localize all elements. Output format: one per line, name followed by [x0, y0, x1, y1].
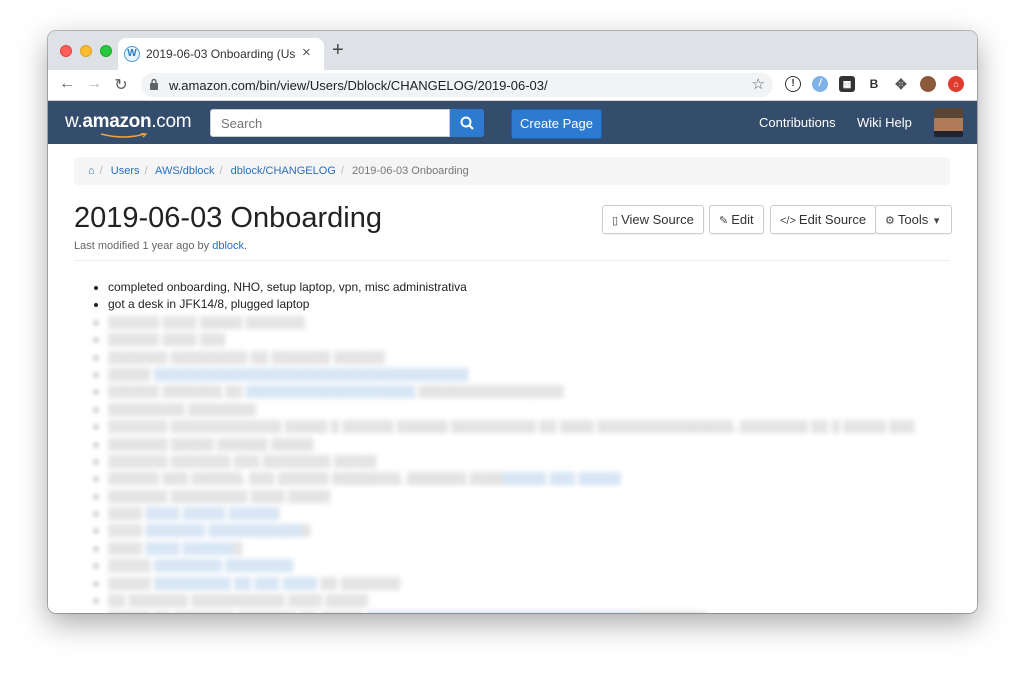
blurred-list-item: ▒▒▒▒▒▒ ▒▒▒▒▒▒▒ ▒▒ ▒▒▒▒▒▒▒▒▒▒▒▒▒▒▒▒▒▒▒▒ ▒…	[108, 383, 915, 400]
list-item: got a desk in JFK14/8, plugged laptop	[108, 296, 915, 313]
profile-avatar-icon[interactable]	[920, 76, 936, 92]
user-avatar[interactable]	[934, 108, 963, 137]
blurred-list-item: ▒▒▒▒▒ ▒▒▒▒▒▒▒▒▒ ▒▒ ▒▒▒ ▒▒▒▒ ▒▒ ▒▒▒▒▒▒▒	[108, 575, 915, 592]
breadcrumb: ⌂ / Users / AWS/dblock / dblock/CHANGELOG / …	[74, 157, 950, 185]
breadcrumb-aws[interactable]: AWS/dblock	[155, 165, 215, 177]
home-icon[interactable]: ⌂	[88, 165, 95, 177]
search-button[interactable]	[450, 109, 484, 137]
blurred-list-item: ▒▒▒▒▒▒ ▒▒▒▒ ▒▒▒▒▒ ▒▒▒▒▒▒▒	[108, 314, 915, 331]
blurred-list-item: ▒▒▒▒▒ ▒▒▒▒▒▒▒▒▒▒▒▒▒▒▒▒▒▒▒▒▒▒▒▒▒▒▒▒▒▒▒▒▒▒…	[108, 366, 915, 383]
extensions-puzzle-icon[interactable]: ✥	[893, 76, 909, 92]
edit-source-label: Edit Source	[798, 212, 867, 227]
last-modified-text: Last modified 1 year ago by	[74, 240, 213, 252]
breadcrumb-changelog[interactable]: dblock/CHANGELOG	[231, 165, 336, 177]
blurred-list-item: ▒▒ ▒▒▒▒▒▒▒ ▒▒▒▒▒▒▒▒▒▒▒ ▒▒▒▒ ▒▒▒▒▒	[108, 592, 915, 609]
extension-dark-icon[interactable]: ▦	[839, 76, 855, 92]
minimize-window-button[interactable]	[80, 45, 92, 57]
gear-icon: ⚙	[885, 215, 895, 227]
contributions-link[interactable]: Contributions	[759, 115, 836, 130]
maximize-window-button[interactable]	[100, 45, 112, 57]
edit-label: Edit	[731, 212, 754, 227]
logo-prefix: w.	[65, 111, 83, 132]
changelog-list: completed onboarding, NHO, setup laptop,…	[108, 279, 915, 613]
logo-main: amazon	[82, 111, 152, 132]
wiki-navbar: w.amazon.com Create Page Contributions W…	[48, 101, 977, 144]
divider	[74, 260, 950, 261]
breadcrumb-users[interactable]: Users	[111, 165, 140, 177]
blurred-list-item: ▒▒▒▒▒▒▒ ▒▒▒▒▒▒▒ ▒▒▒ ▒▒▒▒▒▒▒▒ ▒▒▒▒▒	[108, 453, 915, 470]
blurred-list-item: ▒▒▒▒▒ ▒▒ ▒▒▒▒▒▒▒ ▒▒▒▒▒▒▒ ▒▒ ▒▒▒▒▒ ▒▒▒▒▒▒…	[108, 609, 915, 613]
logo-tld: .com	[151, 111, 192, 132]
amazon-smile-icon	[100, 133, 148, 138]
back-arrow-icon[interactable]: ←	[57, 75, 77, 93]
search-icon	[460, 116, 474, 130]
pencil-icon: ✎	[719, 215, 729, 227]
blurred-list-item: ▒▒▒▒▒▒▒ ▒▒▒▒▒▒▒▒▒ ▒▒ ▒▒▒▒▒▒▒ ▒▒▒▒▒▒	[108, 349, 915, 366]
page-content: ⌂ / Users / AWS/dblock / dblock/CHANGELOG / …	[48, 144, 977, 613]
tab-close-icon[interactable]: ×	[302, 44, 311, 61]
breadcrumb-current: 2019-06-03 Onboarding	[351, 165, 469, 177]
password-manager-icon[interactable]: !	[785, 76, 801, 92]
blurred-list-item: ▒▒▒▒▒ ▒▒▒▒▒▒▒▒ ▒▒▒▒▒▒▒▒	[108, 557, 915, 574]
last-modified-end: .	[244, 240, 248, 252]
extension-blue-icon[interactable]: /	[812, 76, 828, 92]
file-icon: ▯	[612, 215, 619, 227]
edit-button[interactable]: ✎ Edit	[709, 205, 764, 234]
create-page-button[interactable]: Create Page	[511, 109, 602, 139]
blurred-list-item: ▒▒▒▒ ▒▒▒▒ ▒▒▒▒▒▒▒	[108, 540, 915, 557]
reload-icon[interactable]: ↻	[111, 75, 131, 95]
blurred-list-item: ▒▒▒▒▒▒▒ ▒▒▒▒▒ ▒▒▒▒▒▒ ▒▒▒▒▒	[108, 436, 915, 453]
browser-tab[interactable]: W 2019-06-03 Onboarding (User ×	[118, 38, 324, 70]
last-modified: Last modified 1 year ago by dblock.	[74, 240, 247, 252]
caret-down-icon: ▾	[933, 215, 940, 227]
page-title: 2019-06-03 Onboarding	[74, 202, 382, 234]
browser-toolbar: ← → ↻ w.amazon.com/bin/view/Users/Dblock…	[48, 70, 977, 101]
list-item: completed onboarding, NHO, setup laptop,…	[108, 279, 915, 296]
search-input[interactable]	[210, 109, 450, 137]
view-source-label: View Source	[621, 212, 694, 227]
tab-strip: W 2019-06-03 Onboarding (User × +	[48, 31, 977, 70]
blurred-list-item: ▒▒▒▒▒▒▒ ▒▒▒▒▒▒▒▒▒ ▒▒▒▒ ▒▒▒▒▒	[108, 488, 915, 505]
blurred-list-item: ▒▒▒▒ ▒▒▒▒ ▒▒▒▒▒ ▒▒▒▒▒▒	[108, 505, 915, 522]
author-link[interactable]: dblock	[212, 240, 244, 252]
close-window-button[interactable]	[60, 45, 72, 57]
wiki-favicon-icon: W	[124, 46, 140, 62]
forward-arrow-icon[interactable]: →	[84, 75, 104, 93]
url-text: w.amazon.com/bin/view/Users/Dblock/CHANG…	[169, 78, 548, 93]
browser-window: W 2019-06-03 Onboarding (User × + ← → ↻ …	[48, 31, 977, 613]
blurred-list-item: ▒▒▒▒▒▒▒ ▒▒▒▒▒▒▒▒▒▒▒▒▒ ▒▒▒▒▒ ▒ ▒▒▒▒▒▒ ▒▒▒…	[108, 418, 915, 435]
wiki-logo[interactable]: w.amazon.com	[65, 111, 192, 133]
lock-icon	[150, 78, 158, 90]
wiki-help-link[interactable]: Wiki Help	[857, 115, 912, 130]
address-bar[interactable]: w.amazon.com/bin/view/Users/Dblock/CHANG…	[141, 73, 773, 97]
blurred-list-item: ▒▒▒▒▒▒ ▒▒▒ ▒▒▒▒▒▒, ▒▒▒ ▒▒▒▒▒▒ ▒▒▒▒▒▒▒▒, …	[108, 470, 915, 487]
extension-b-icon[interactable]: B	[866, 76, 882, 92]
blurred-list-item: ▒▒▒▒▒▒▒▒▒ ▒▒▒▒▒▒▒▒	[108, 401, 915, 418]
bookmark-star-icon[interactable]: ☆	[752, 75, 765, 93]
blurred-list-item: ▒▒▒▒ ▒▒▒▒▒▒▒ ▒▒▒▒▒▒▒▒▒▒▒▒	[108, 522, 915, 539]
code-icon: </>	[780, 215, 796, 227]
tools-dropdown-button[interactable]: ⚙ Tools ▾	[875, 205, 953, 234]
view-source-button[interactable]: ▯ View Source	[602, 205, 704, 234]
blurred-list-item: ▒▒▒▒▒▒ ▒▒▒▒ ▒▒▒	[108, 331, 915, 348]
extension-red-icon[interactable]: ⌂	[948, 76, 964, 92]
edit-source-button[interactable]: </> Edit Source	[770, 205, 877, 234]
tools-label: Tools	[897, 212, 929, 227]
tab-title: 2019-06-03 Onboarding (User	[146, 47, 296, 61]
new-tab-icon[interactable]: +	[332, 40, 344, 60]
